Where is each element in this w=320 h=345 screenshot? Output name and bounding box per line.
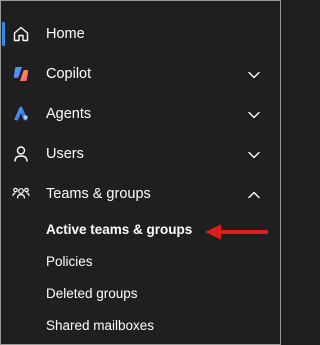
sub-item-policies[interactable]: Policies <box>46 252 93 272</box>
nav-item-copilot[interactable]: Copilot <box>1 54 280 94</box>
nav-item-label: Users <box>46 146 84 162</box>
copilot-icon <box>12 65 30 83</box>
chevron-down-icon[interactable] <box>246 67 262 83</box>
teams-groups-icon <box>12 185 30 203</box>
navigation-panel: Home Copilot Agents Users Teams & groups… <box>0 0 281 345</box>
chevron-down-icon[interactable] <box>246 147 262 163</box>
nav-item-users[interactable]: Users <box>1 134 280 174</box>
agents-icon <box>12 105 30 123</box>
nav-item-teams-groups[interactable]: Teams & groups <box>1 174 280 214</box>
sub-item-active-teams-groups[interactable]: Active teams & groups <box>46 220 192 240</box>
nav-item-label: Home <box>46 26 85 42</box>
nav-item-agents[interactable]: Agents <box>1 94 280 134</box>
nav-item-label: Teams & groups <box>46 186 151 202</box>
chevron-down-icon[interactable] <box>246 107 262 123</box>
sub-item-shared-mailboxes[interactable]: Shared mailboxes <box>46 316 154 336</box>
nav-item-label: Agents <box>46 106 92 122</box>
user-icon <box>12 145 30 163</box>
nav-item-home[interactable]: Home <box>1 14 280 54</box>
home-icon <box>12 25 30 43</box>
chevron-up-icon[interactable] <box>246 187 262 203</box>
annotation-arrow-icon <box>204 223 270 241</box>
nav-item-label: Copilot <box>46 66 92 82</box>
sub-item-deleted-groups[interactable]: Deleted groups <box>46 284 138 304</box>
